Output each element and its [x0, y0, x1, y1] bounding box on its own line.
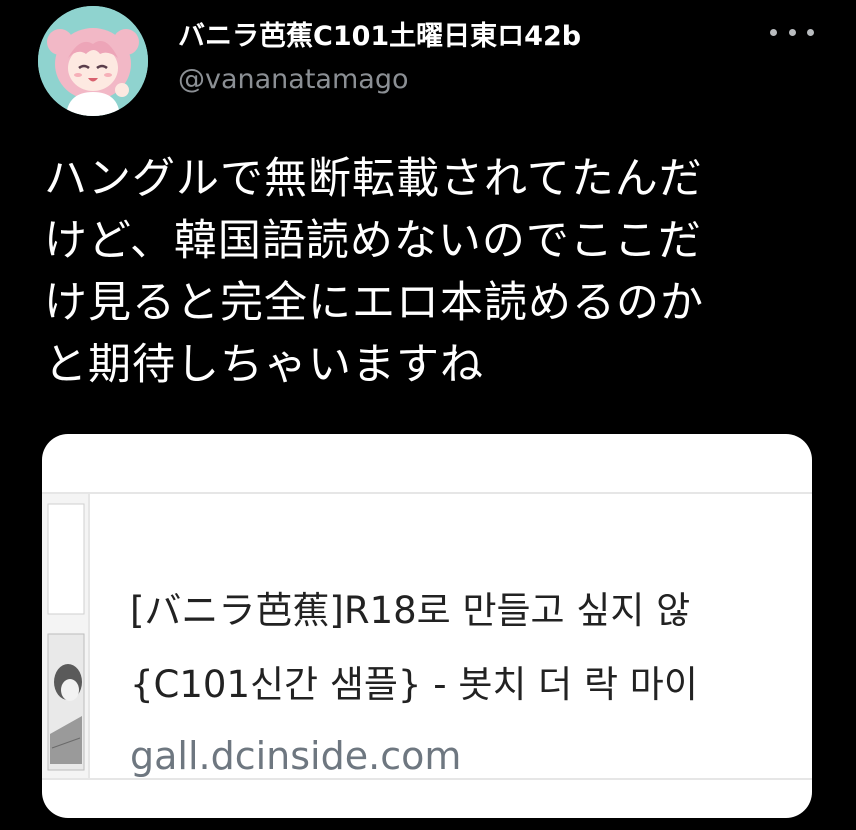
- anime-girl-avatar-icon: [38, 6, 148, 116]
- link-card-frame: [バニラ芭蕉]R18로 만들고 싶지 않 {C101신간 샘플} - 봇치 더 …: [42, 492, 812, 780]
- more-options-icon: [770, 28, 777, 36]
- manga-thumbnail-icon: [42, 494, 88, 778]
- tweet-text: ハングルで無断転載されてたんだ けど、韓国語読めないのでここだ け見ると完全にエ…: [44, 148, 824, 396]
- more-options-icon: [807, 28, 814, 36]
- tweet-text-line: けど、韓国語読めないのでここだ: [44, 216, 702, 266]
- tweet-text-line: け見ると完全にエロ本読めるのか: [44, 278, 704, 328]
- user-handle[interactable]: @vananatamago: [178, 64, 408, 95]
- link-thumbnail[interactable]: [42, 494, 90, 778]
- link-domain[interactable]: gall.dcinside.com: [130, 734, 461, 778]
- display-name[interactable]: バニラ芭蕉C101土曜日東ロ42b: [178, 14, 581, 53]
- link-title-line[interactable]: {C101신간 샘플} - 봇치 더 락 마이: [130, 654, 812, 708]
- more-options-icon: [788, 28, 796, 36]
- more-options-button[interactable]: [770, 22, 814, 42]
- tweet: バニラ芭蕉C101土曜日東ロ42b @vananatamago ハングルで無断転…: [0, 0, 856, 830]
- link-title-line[interactable]: [バニラ芭蕉]R18로 만들고 싶지 않: [130, 580, 812, 634]
- avatar[interactable]: [38, 6, 148, 116]
- link-card[interactable]: [バニラ芭蕉]R18로 만들고 싶지 않 {C101신간 샘플} - 봇치 더 …: [42, 434, 812, 818]
- tweet-text-line: ハングルで無断転載されてたんだ: [44, 154, 703, 204]
- tweet-text-line: と期待しちゃいますね: [44, 340, 484, 390]
